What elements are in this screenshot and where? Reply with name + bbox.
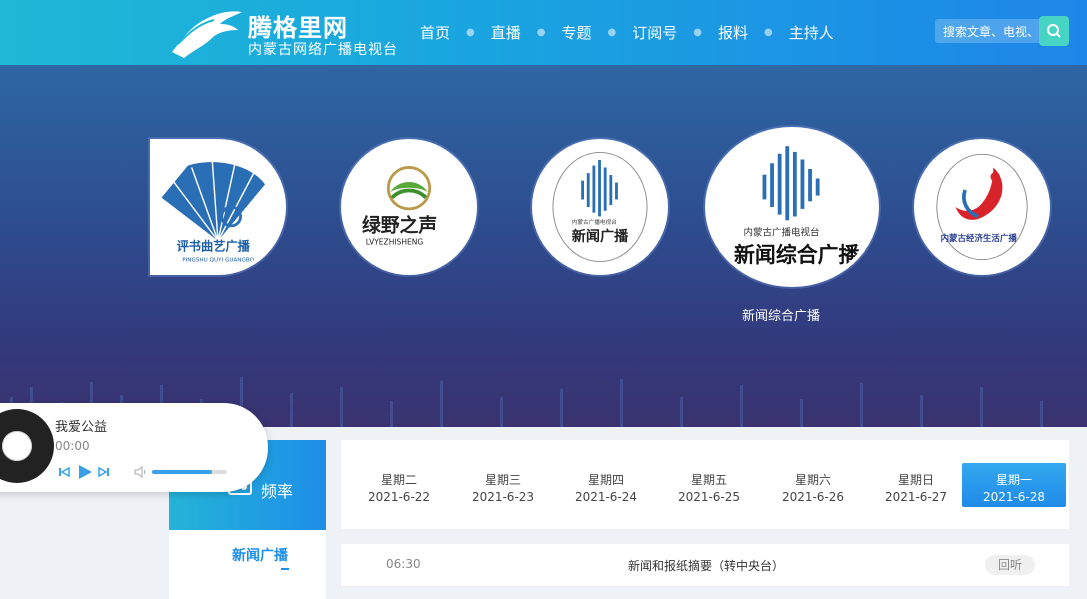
station-pingshu-pinyin: PINGSHU QUYI GUANGBO	[182, 258, 254, 264]
station-jingji[interactable]: 内蒙古经济生活广播	[914, 139, 1050, 275]
nav-separator: ●	[764, 27, 773, 38]
day-tab-date: 2021-6-22	[367, 490, 431, 504]
day-tab-2[interactable]: 星期四 2021-6-24	[554, 463, 658, 507]
main-nav: 首页 ● 直播 ● 专题 ● 订阅号 ● 报料 ● 主持人	[420, 22, 834, 43]
nav-separator: ●	[693, 27, 702, 38]
search-icon	[1047, 24, 1061, 38]
station-xinwen-zonghe-name: 新闻综合广播	[734, 243, 860, 267]
station-lvye-pinyin: LVYEZHISHENG	[366, 238, 424, 247]
frequency-item-active[interactable]: 新闻广播	[232, 545, 288, 565]
day-tab-date: 2021-6-25	[677, 490, 741, 504]
station-xinwen-zonghe[interactable]: 内蒙古广播电视台 新闻综合广播	[705, 127, 879, 287]
nav-separator: ●	[607, 27, 617, 38]
station-xinwen-org: 内蒙古广播电视台	[572, 218, 617, 226]
day-tab-weekday: 星期一	[995, 473, 1032, 487]
day-tab-date: 2021-6-26	[781, 490, 845, 504]
sound-bars-logo-icon: 内蒙古广播电视台 新闻广播	[552, 151, 648, 263]
active-indicator	[281, 568, 289, 570]
nav-report[interactable]: 报料	[718, 22, 748, 43]
nav-home[interactable]: 首页	[420, 22, 450, 43]
audio-player: 我爱公益 00:00	[0, 403, 268, 492]
volume-slider[interactable]	[152, 470, 227, 474]
previous-icon[interactable]	[58, 466, 70, 478]
sound-bars-logo-icon: 内蒙古广播电视台 新闻综合广播	[734, 146, 861, 267]
day-tab-weekday: 星期四	[587, 473, 624, 487]
frequency-title: 频率	[261, 482, 294, 501]
day-tab-5[interactable]: 星期日 2021-6-27	[864, 463, 968, 507]
nav-live[interactable]: 直播	[491, 22, 521, 43]
site-logo[interactable]: 腾格里网 内蒙古网络广播电视台	[168, 4, 398, 60]
station-xinwen-name: 新闻广播	[572, 228, 629, 245]
play-icon[interactable]	[76, 463, 94, 481]
fan-logo-icon: 评书曲艺广播 PINGSHU QUYI GUANGBO	[161, 161, 266, 264]
active-station-label: 新闻综合广播	[742, 309, 821, 324]
next-icon[interactable]	[98, 466, 110, 478]
day-tab-4[interactable]: 星期六 2021-6-26	[761, 463, 865, 507]
day-tab-3[interactable]: 星期五 2021-6-25	[657, 463, 761, 507]
day-tab-weekday: 星期五	[690, 473, 727, 487]
replay-button[interactable]: 回听	[985, 555, 1035, 575]
day-tab-0[interactable]: 星期二 2021-6-22	[347, 463, 451, 507]
day-tab-date: 2021-6-24	[574, 490, 638, 504]
green-field-logo-icon: 绿野之声 LVYEZHISHENG	[362, 166, 437, 247]
track-time: 00:00	[55, 439, 90, 453]
station-lvye[interactable]: 绿野之声 LVYEZHISHENG	[341, 139, 477, 275]
station-xinwen[interactable]: 内蒙古广播电视台 新闻广播	[532, 139, 668, 275]
nav-subscriptions[interactable]: 订阅号	[632, 22, 677, 43]
volume-level	[152, 470, 212, 474]
search-button[interactable]	[1039, 16, 1069, 46]
station-carousel: 评书曲艺广播 PINGSHU QUYI GUANGBO 绿野之声 LVYEZHI…	[0, 65, 1087, 427]
day-tab-6[interactable]: 星期一 2021-6-28	[962, 463, 1066, 507]
program-time: 06:30	[386, 557, 421, 571]
station-xinwen-zonghe-org: 内蒙古广播电视台	[744, 227, 820, 239]
day-tab-weekday: 星期日	[897, 473, 934, 487]
day-tab-date: 2021-6-23	[471, 490, 535, 504]
nav-separator: ●	[536, 27, 546, 38]
nav-separator: ●	[466, 27, 475, 38]
day-tab-date: 2021-6-27	[884, 490, 948, 504]
logo-subtitle: 内蒙古网络广播电视台	[248, 42, 398, 58]
nav-topics[interactable]: 专题	[562, 22, 592, 43]
horse-logo-icon	[172, 11, 242, 58]
day-tab-weekday: 星期二	[380, 473, 417, 487]
logo-title: 腾格里网	[248, 14, 348, 42]
station-jingji-name: 内蒙古经济生活广播	[941, 233, 1018, 243]
day-tab-1[interactable]: 星期三 2021-6-23	[451, 463, 555, 507]
search-input[interactable]: 搜索文章、电视、...	[935, 19, 1043, 43]
day-tab-weekday: 星期六	[794, 473, 831, 487]
day-tab-weekday: 星期三	[484, 473, 521, 487]
program-name: 新闻和报纸摘要（转中央台）	[628, 559, 785, 573]
track-title: 我爱公益	[55, 420, 108, 435]
economy-logo-icon: 内蒙古经济生活广播	[936, 153, 1028, 261]
volume-icon[interactable]	[134, 466, 148, 478]
station-lvye-name: 绿野之声	[362, 213, 437, 236]
site-header: 腾格里网 内蒙古网络广播电视台 首页 ● 直播 ● 专题 ● 订阅号 ● 报料 …	[0, 0, 1087, 65]
station-pingshu[interactable]: 评书曲艺广播 PINGSHU QUYI GUANGBO	[150, 139, 286, 275]
frequency-list: 新闻广播	[169, 530, 326, 599]
program-row: 06:30 新闻和报纸摘要（转中央台） 回听	[341, 544, 1069, 586]
station-pingshu-name: 评书曲艺广播	[177, 238, 251, 253]
day-tab-date: 2021-6-28	[982, 490, 1046, 504]
nav-hosts[interactable]: 主持人	[789, 22, 834, 43]
album-disc	[0, 409, 54, 483]
schedule-day-tabs: 星期二 2021-6-22 星期三 2021-6-23 星期四 2021-6-24 星期五 2…	[341, 440, 1069, 529]
